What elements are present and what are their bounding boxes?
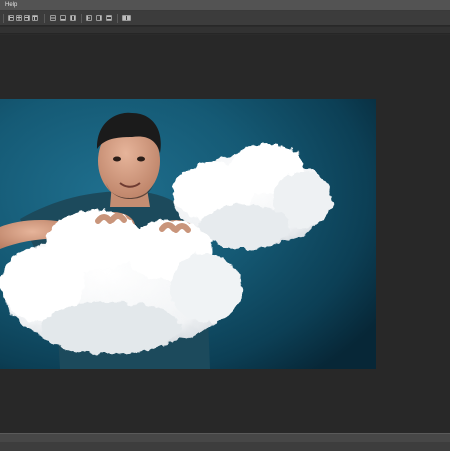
align-horizontal-centers-button[interactable] <box>16 15 22 21</box>
auto-align-icon <box>123 16 130 20</box>
left-eye <box>113 156 121 162</box>
distribute-horizontal-button[interactable] <box>86 15 92 21</box>
align-top-edges-button[interactable] <box>32 15 38 21</box>
menu-help[interactable]: Help <box>5 0 17 11</box>
distribute-left-button[interactable] <box>70 15 76 21</box>
options-separator <box>44 14 45 23</box>
options-separator <box>3 14 4 23</box>
options-separator <box>81 14 82 23</box>
distribute-right-icon <box>100 16 101 20</box>
distribute-right-button[interactable] <box>96 15 102 21</box>
align-left-edges-button[interactable] <box>8 15 14 21</box>
document-tab-strip <box>0 27 450 34</box>
distribute-top-icon <box>107 16 111 20</box>
options-separator <box>117 14 118 23</box>
align-bottom-edges-icon <box>61 19 65 20</box>
distribute-left-icon <box>71 16 75 20</box>
align-bottom-edges-button[interactable] <box>60 15 66 21</box>
auto-align-button[interactable] <box>122 15 131 21</box>
distribute-horizontal-icon <box>87 16 90 20</box>
align-vertical-centers-icon <box>51 17 55 19</box>
align-vertical-centers-button[interactable] <box>50 15 56 21</box>
align-right-edges-icon <box>25 16 29 20</box>
align-top-edges-icon <box>33 16 37 20</box>
photo <box>0 99 376 369</box>
right-eye <box>137 156 145 162</box>
menu-bar: Help <box>0 0 450 11</box>
distribute-top-button[interactable] <box>106 15 112 21</box>
options-bar <box>0 11 450 26</box>
status-bar <box>0 433 450 451</box>
document-canvas[interactable] <box>0 99 376 369</box>
align-horizontal-centers-icon <box>17 16 21 20</box>
align-right-edges-button[interactable] <box>24 15 30 21</box>
align-left-edges-icon <box>9 16 13 20</box>
